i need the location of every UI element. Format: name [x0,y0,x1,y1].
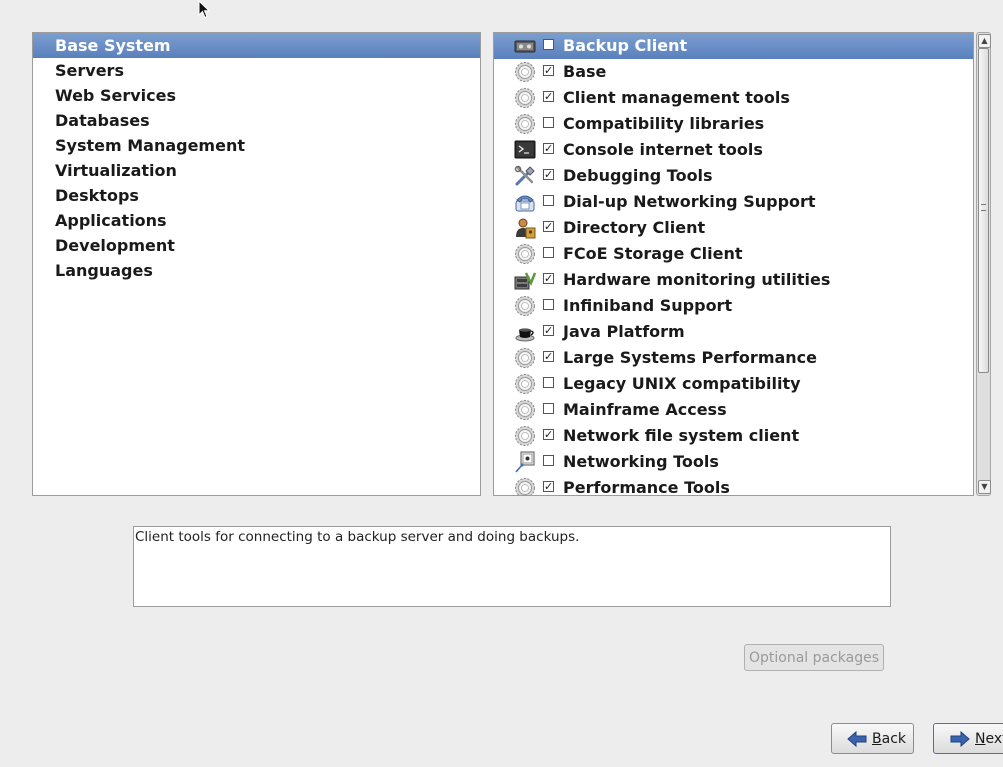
group-label: FCoE Storage Client [563,244,743,263]
group-description: Client tools for connecting to a backup … [133,526,891,607]
category-list[interactable]: Base System Servers Web Services Databases S… [32,32,481,496]
group-row[interactable]: FCoE Storage Client [494,241,973,267]
gear-icon [514,425,536,447]
group-label: Backup Client [563,36,688,55]
group-row[interactable]: ✓ Debugging Tools [494,163,973,189]
optional-packages-label: Optional packages [748,649,880,666]
category-item[interactable]: System Management [33,133,480,158]
next-button[interactable]: Next [933,723,1003,754]
group-row[interactable]: Mainframe Access [494,397,973,423]
users-icon [514,217,536,239]
terminal-icon [514,139,536,161]
gear-icon [514,87,536,109]
group-label: Performance Tools [563,478,730,496]
group-checkbox[interactable] [543,403,554,414]
group-label: Debugging Tools [563,166,713,185]
back-button[interactable]: Back [831,723,914,754]
group-row[interactable]: Networking Tools [494,449,973,475]
group-checkbox[interactable] [543,195,554,206]
group-label: Console internet tools [563,140,763,159]
group-checkbox[interactable]: ✓ [543,221,554,232]
scroll-down-button[interactable]: ▼ [978,480,991,494]
group-checkbox[interactable]: ✓ [543,143,554,154]
group-row[interactable]: ✓ Client management tools [494,85,973,111]
group-row[interactable]: ✓ Directory Client [494,215,973,241]
group-row[interactable]: ✓ Network file system client [494,423,973,449]
group-label: Directory Client [563,218,706,237]
back-arrow-icon [847,730,867,747]
group-checkbox[interactable]: ✓ [543,65,554,76]
group-checkbox[interactable]: ✓ [543,273,554,284]
group-checkbox[interactable] [543,377,554,388]
group-row[interactable]: ✓ Console internet tools [494,137,973,163]
back-label: Back [872,730,906,747]
category-item[interactable]: Databases [33,108,480,133]
network-tools-icon [514,451,536,473]
category-item[interactable]: Web Services [33,83,480,108]
group-label: Mainframe Access [563,400,727,419]
group-checkbox[interactable]: ✓ [543,351,554,362]
group-label: Base [563,62,607,81]
gear-icon [514,295,536,317]
category-item[interactable]: Languages [33,258,480,283]
group-row[interactable]: Legacy UNIX compatibility [494,371,973,397]
tools-icon [514,165,536,187]
optional-packages-button[interactable]: Optional packages [744,644,884,671]
group-label: Networking Tools [563,452,719,471]
category-item[interactable]: Virtualization [33,158,480,183]
category-item[interactable]: Base System [33,33,480,58]
group-checkbox[interactable]: ✓ [543,169,554,180]
group-checkbox[interactable] [543,247,554,258]
gear-icon [514,347,536,369]
gear-icon [514,477,536,495]
category-item[interactable]: Desktops [33,183,480,208]
group-label: Dial-up Networking Support [563,192,816,211]
group-label: Java Platform [563,322,685,341]
group-row[interactable]: ✓ Java Platform [494,319,973,345]
package-group-list[interactable]: Backup Client ✓ Base ✓ Client management too… [493,32,974,496]
mouse-pointer-icon [198,0,211,19]
category-item[interactable]: Development [33,233,480,258]
group-checkbox[interactable]: ✓ [543,325,554,336]
group-row[interactable]: Compatibility libraries [494,111,973,137]
group-row[interactable]: ✓ Hardware monitoring utilities [494,267,973,293]
gear-icon [514,113,536,135]
gear-icon [514,61,536,83]
group-checkbox[interactable] [543,39,554,50]
next-label: Next [975,730,1003,747]
category-item[interactable]: Applications [33,208,480,233]
group-label: Large Systems Performance [563,348,818,367]
group-row[interactable]: Dial-up Networking Support [494,189,973,215]
category-item[interactable]: Servers [33,58,480,83]
scrollbar-thumb[interactable] [978,48,989,373]
group-checkbox[interactable] [543,455,554,466]
group-row[interactable]: ✓ Large Systems Performance [494,345,973,371]
hardware-monitor-icon [514,269,536,291]
group-checkbox[interactable]: ✓ [543,91,554,102]
group-row[interactable]: ✓ Base [494,59,973,85]
group-checkbox[interactable]: ✓ [543,429,554,440]
group-row[interactable]: Infiniband Support [494,293,973,319]
group-label: Network file system client [563,426,800,445]
group-label: Client management tools [563,88,790,107]
group-checkbox[interactable] [543,299,554,310]
group-row[interactable]: ✓ Performance Tools [494,475,973,496]
backup-drive-icon [514,35,536,57]
gear-icon [514,373,536,395]
group-checkbox[interactable]: ✓ [543,481,554,492]
phone-icon [514,191,536,213]
gear-icon [514,243,536,265]
group-label: Legacy UNIX compatibility [563,374,801,393]
group-label: Hardware monitoring utilities [563,270,831,289]
group-label: Compatibility libraries [563,114,765,133]
group-row[interactable]: Backup Client [494,33,973,59]
group-checkbox[interactable] [543,117,554,128]
scroll-up-button[interactable]: ▲ [978,34,991,48]
java-cup-icon [514,321,536,343]
group-label: Infiniband Support [563,296,733,315]
group-list-scrollbar[interactable]: ▲ ▼ [976,32,991,496]
next-arrow-icon [950,730,970,747]
gear-icon [514,399,536,421]
